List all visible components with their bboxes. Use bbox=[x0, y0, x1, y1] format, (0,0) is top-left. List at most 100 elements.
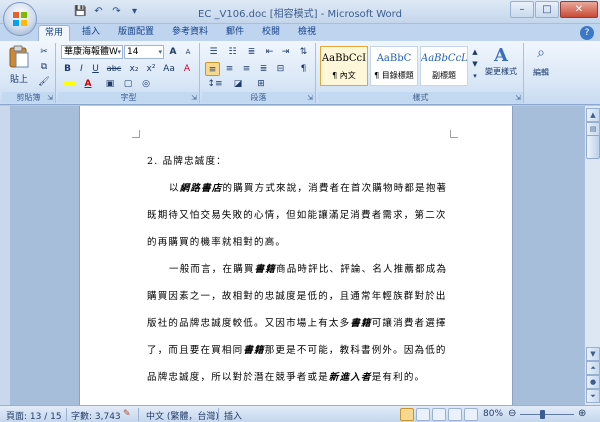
zoom-out-icon[interactable]: ⊖ bbox=[508, 408, 516, 419]
zoom-level[interactable]: 80% bbox=[483, 409, 503, 419]
style-subtitle-sample: AaBbCcL bbox=[421, 53, 467, 64]
copy-icon[interactable]: ⧉ bbox=[36, 60, 52, 74]
align-left-icon[interactable]: ≡ bbox=[205, 62, 220, 76]
align-center-icon[interactable]: ≡ bbox=[222, 62, 237, 76]
clipboard-icon bbox=[9, 45, 29, 68]
zoom-slider-thumb[interactable] bbox=[540, 410, 545, 419]
increase-indent-icon[interactable]: ⇥ bbox=[278, 45, 293, 59]
shrink-font-icon[interactable]: A bbox=[181, 45, 195, 59]
draft-view-icon[interactable] bbox=[464, 408, 478, 421]
styles-group-label: 樣式 bbox=[318, 92, 523, 103]
change-case-button[interactable]: Aa bbox=[161, 62, 177, 76]
underline-button[interactable]: U bbox=[89, 62, 102, 76]
strikethrough-button[interactable]: abc bbox=[104, 62, 124, 76]
paste-button[interactable]: 貼上 bbox=[6, 45, 32, 87]
font-launcher-icon[interactable]: ⇲ bbox=[191, 94, 197, 102]
document-line: 品牌忠誠度，所以對於潛在競爭者或是新進入者是有利的。 bbox=[147, 364, 447, 391]
vertical-ruler bbox=[0, 106, 10, 405]
outline-view-icon[interactable] bbox=[448, 408, 462, 421]
borders-icon[interactable]: ⊞ bbox=[251, 77, 271, 91]
style-toc-heading[interactable]: AaBbC ¶ 目錄標題 bbox=[370, 46, 418, 86]
clipboard-launcher-icon[interactable]: ⇲ bbox=[47, 94, 53, 102]
paragraph-group: ☰ ☷ ≣ ⇤ ⇥ ⇅ ≡ ≡ ≡ ≣ ⊟ ¶ ↕≡ ◪ ⊞ 段落 ⇲ bbox=[202, 43, 316, 103]
change-styles-button[interactable]: A 變更樣式 bbox=[482, 45, 520, 89]
tab-mailings[interactable]: 郵件 bbox=[220, 25, 250, 41]
italic-button[interactable]: I bbox=[75, 62, 88, 76]
minimize-button[interactable]: – bbox=[510, 1, 534, 18]
previous-page-icon[interactable]: ⏶ bbox=[586, 361, 600, 375]
print-layout-view-icon[interactable] bbox=[400, 408, 414, 421]
document-page[interactable]: 2. 品牌忠誠度： 以網路書店的購買方式來說，消費者在首次購物時都是抱著 既期待又… bbox=[79, 106, 513, 405]
word-count[interactable]: 字數: 3,743 bbox=[71, 409, 121, 422]
ruler-toggle-icon[interactable]: ▤ bbox=[586, 122, 600, 136]
clear-formatting-icon[interactable]: A bbox=[179, 62, 195, 76]
subscript-button[interactable]: x₂ bbox=[126, 62, 142, 76]
change-styles-label: 變更樣式 bbox=[485, 67, 517, 76]
tab-view[interactable]: 檢視 bbox=[292, 25, 322, 41]
change-styles-icon: A bbox=[494, 45, 508, 66]
enclose-characters-icon[interactable]: ◎ bbox=[138, 77, 154, 91]
tab-review[interactable]: 校閱 bbox=[256, 25, 286, 41]
tab-references[interactable]: 參考資料 bbox=[166, 25, 214, 41]
web-layout-icon[interactable] bbox=[432, 408, 446, 421]
scroll-down-icon[interactable]: ▼ bbox=[586, 347, 600, 361]
style-subtitle[interactable]: AaBbCcL 副標題 bbox=[420, 46, 468, 86]
font-group: 華康海報體W ▾ 14 ▾ A A B I U abc x₂ x² Aa A A… bbox=[58, 43, 200, 103]
styles-launcher-icon[interactable]: ⇲ bbox=[515, 94, 521, 102]
title-bar: 💾 ↶ ↷ ▾ EC _V106.doc [相容模式] - Microsoft … bbox=[0, 0, 600, 24]
text-run: 那更是不可能，教科書例外。因為低的 bbox=[264, 345, 447, 356]
language-status[interactable]: 中文 (繁體，台灣) bbox=[146, 409, 219, 422]
document-line: 以網路書店的購買方式來說，消費者在首次購物時都是抱著 bbox=[147, 175, 447, 202]
multilevel-list-icon[interactable]: ≣ bbox=[243, 45, 260, 59]
maximize-button[interactable]: □ bbox=[535, 1, 559, 18]
format-painter-icon[interactable]: 🖌 bbox=[36, 75, 52, 89]
cut-icon[interactable]: ✂ bbox=[36, 45, 52, 59]
font-size-combo[interactable]: 14 ▾ bbox=[124, 45, 164, 59]
font-name-combo[interactable]: 華康海報體W ▾ bbox=[61, 45, 123, 59]
style-toc-heading-name: ¶ 目錄標題 bbox=[374, 71, 414, 80]
browse-object-icon[interactable]: ● bbox=[586, 375, 600, 389]
line-spacing-icon[interactable]: ↕≡ bbox=[205, 77, 225, 91]
tab-page-layout[interactable]: 版面配置 bbox=[112, 25, 160, 41]
distributed-icon[interactable]: ⊟ bbox=[273, 62, 288, 76]
divider bbox=[218, 408, 219, 421]
help-icon[interactable]: ? bbox=[580, 26, 594, 40]
paragraphs: 以網路書店的購買方式來說，消費者在首次購物時都是抱著 既期待又怕交易失敗的心情，但… bbox=[147, 175, 447, 391]
office-button[interactable] bbox=[3, 2, 37, 36]
zoom-in-icon[interactable]: ⊕ bbox=[578, 408, 586, 419]
paragraph-group-label: 段落 bbox=[202, 92, 315, 103]
bold-button[interactable]: B bbox=[61, 62, 74, 76]
proofing-icon[interactable]: ✎ bbox=[123, 409, 131, 419]
highlight-icon[interactable] bbox=[61, 77, 77, 91]
decrease-indent-icon[interactable]: ⇤ bbox=[262, 45, 277, 59]
zoom-slider-track[interactable] bbox=[520, 414, 574, 415]
style-normal[interactable]: AaBbCcI ¶ 內文 bbox=[320, 46, 368, 86]
styles-scroll-icon[interactable]: ▲ ▼ ▾ bbox=[470, 46, 480, 86]
vertical-scrollbar[interactable]: ▲ ▤ ▼ ⏶ ● ⏷ bbox=[584, 106, 600, 405]
next-page-icon[interactable]: ⏷ bbox=[586, 389, 600, 403]
sort-icon[interactable]: ⇅ bbox=[296, 45, 311, 59]
full-screen-reading-icon[interactable] bbox=[416, 408, 430, 421]
bullets-icon[interactable]: ☰ bbox=[205, 45, 222, 59]
numbering-icon[interactable]: ☷ bbox=[224, 45, 241, 59]
document-line: 的再購買的機率就相對的高。 bbox=[147, 229, 447, 256]
editing-button[interactable]: ⌕ 編輯 bbox=[527, 45, 555, 89]
close-button[interactable]: ✕ bbox=[560, 1, 598, 18]
scroll-up-icon[interactable]: ▲ bbox=[586, 108, 600, 122]
superscript-button[interactable]: x² bbox=[143, 62, 159, 76]
page-count[interactable]: 頁面: 13 / 15 bbox=[6, 409, 62, 422]
tab-insert[interactable]: 插入 bbox=[76, 25, 106, 41]
scroll-thumb[interactable] bbox=[586, 135, 600, 159]
align-right-icon[interactable]: ≡ bbox=[239, 62, 254, 76]
show-marks-button[interactable]: ¶ bbox=[296, 62, 311, 76]
font-color-icon[interactable]: A bbox=[80, 77, 96, 91]
character-shading-icon[interactable]: ▣ bbox=[102, 77, 118, 91]
justify-icon[interactable]: ≣ bbox=[256, 62, 271, 76]
insert-mode[interactable]: 插入 bbox=[224, 409, 242, 422]
character-border-icon[interactable]: ▢ bbox=[120, 77, 136, 91]
grow-font-icon[interactable]: A bbox=[166, 45, 180, 59]
shading-icon[interactable]: ◪ bbox=[228, 77, 248, 91]
document-text[interactable]: 2. 品牌忠誠度： 以網路書店的購買方式來說，消費者在首次購物時都是抱著 既期待又… bbox=[147, 148, 447, 391]
paragraph-launcher-icon[interactable]: ⇲ bbox=[307, 94, 313, 102]
tab-home[interactable]: 常用 bbox=[38, 25, 71, 41]
